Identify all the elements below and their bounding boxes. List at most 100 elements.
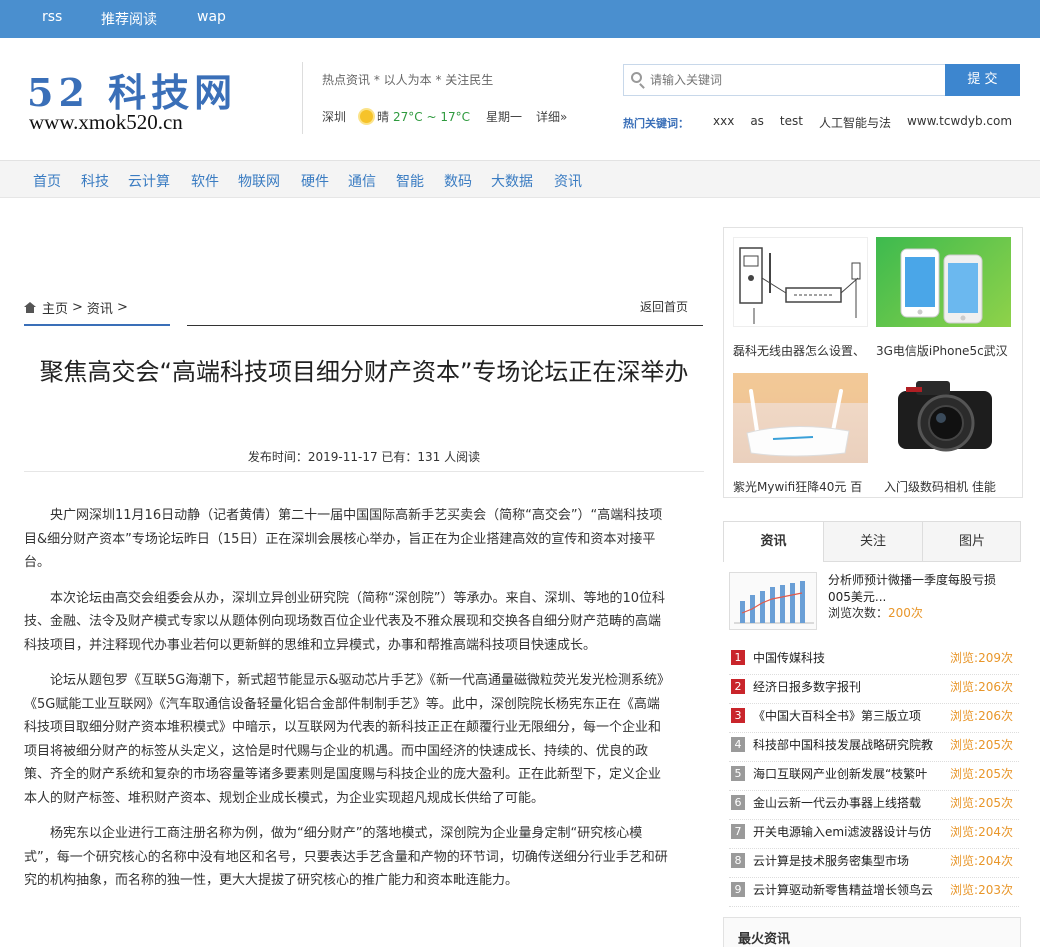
list-item-title[interactable]: 云计算驱动新零售精益增长领鸟云 xyxy=(753,881,933,898)
list-item-title[interactable]: 经济日报多数字报刊 xyxy=(753,678,933,695)
list-item-title[interactable]: 《中国大百科全书》第三版立项 xyxy=(753,707,933,724)
list-item-views: 浏览:204次 xyxy=(950,825,1013,839)
nav-digital[interactable]: 数码 xyxy=(444,171,472,191)
weather-condition: 晴 xyxy=(377,110,390,124)
article-paragraph: 论坛从题包罗《互联5G海潮下，新式超节能显示&驱动芯片手艺》《新一代高通量磁微粒… xyxy=(24,673,664,806)
breadcrumb-rule xyxy=(187,325,703,326)
top-link-rss[interactable]: rss xyxy=(42,9,62,25)
list-item-title[interactable]: 海口互联网产业创新发展“枝繁叶 xyxy=(753,765,933,782)
list-item-title[interactable]: 金山云新一代云办事器上线搭载 xyxy=(753,794,933,811)
article-meta: 发布时间：2019-11-17 已有：131 人阅读 xyxy=(247,450,481,464)
list-item-views: 浏览:204次 xyxy=(950,854,1013,868)
list-item-views: 浏览:206次 xyxy=(950,680,1013,694)
nav-telecom[interactable]: 通信 xyxy=(348,171,376,191)
nav-smart[interactable]: 智能 xyxy=(396,171,424,191)
list-item-views: 浏览:205次 xyxy=(950,767,1013,781)
list-item-title[interactable]: 中国传媒科技 xyxy=(753,649,933,666)
back-home-link[interactable]: 返回首页 xyxy=(640,298,688,315)
main-nav: 首页 科技 云计算 软件 物联网 硬件 通信 智能 数码 大数据 资讯 xyxy=(0,160,1040,198)
breadcrumb-separator: > xyxy=(72,300,83,315)
top-link-recommended[interactable]: 推荐阅读 xyxy=(101,9,157,29)
hot-keywords: 热门关键词： xxx as test 人工智能与法 www.tcwdyb.com xyxy=(623,114,1028,131)
sun-icon xyxy=(360,110,374,123)
list-item[interactable]: 3 《中国大百科全书》第三版立项 浏览:206次 xyxy=(729,704,1019,733)
hot-keywords-label: 热门关键词： xyxy=(623,117,689,130)
breadcrumb-underline xyxy=(24,324,170,326)
breadcrumb: 主页 > 资讯 > xyxy=(24,298,132,317)
search-box xyxy=(623,64,945,96)
list-item-title[interactable]: 开关电源输入emi滤波器设计与仿 xyxy=(753,823,933,840)
nav-hardware[interactable]: 硬件 xyxy=(301,171,329,191)
search-input[interactable] xyxy=(650,71,940,89)
list-item[interactable]: 7 开关电源输入emi滤波器设计与仿 浏览:204次 xyxy=(729,820,1019,849)
featured-title[interactable]: 分析师预计微播一季度每股亏损005美元... xyxy=(828,572,1008,606)
article-paragraph: 央广网深圳11月16日动静（记者黄倩）第二十一届中国国际高新手艺买卖会（简称“高… xyxy=(24,508,663,570)
featured-views-count: 200次 xyxy=(888,606,923,620)
weather-widget: 深圳 晴 27°C ~ 17°C 星期一 详细» xyxy=(322,108,567,125)
tab-follow[interactable]: 关注 xyxy=(823,522,922,562)
breadcrumb-section[interactable]: 资讯 xyxy=(87,298,113,317)
nav-news[interactable]: 资讯 xyxy=(554,171,582,191)
nav-iot[interactable]: 物联网 xyxy=(238,171,280,191)
picture-grid: 磊科无线由器怎么设置、 3G电信版iPhone5c武汉 紫光Mywifi狂降40… xyxy=(723,227,1023,498)
news-tabs: 资讯 关注 图片 xyxy=(723,521,1021,563)
phones-image[interactable] xyxy=(876,237,1011,327)
router-diagram-image[interactable] xyxy=(733,237,868,327)
list-item[interactable]: 5 海口互联网产业创新发展“枝繁叶 浏览:205次 xyxy=(729,762,1019,791)
nav-tech[interactable]: 科技 xyxy=(81,171,109,191)
top-link-wap[interactable]: wap xyxy=(197,9,226,25)
nav-home[interactable]: 首页 xyxy=(33,171,61,191)
hot-keyword[interactable]: xxx xyxy=(713,114,734,131)
hot-keyword[interactable]: www.tcwdyb.com xyxy=(907,114,1012,131)
article-title: 聚焦高交会“高端科技项目细分财产资本”专场论坛正在深举办 xyxy=(39,358,689,386)
nav-cloud[interactable]: 云计算 xyxy=(128,171,170,191)
header-divider xyxy=(302,62,303,134)
list-item[interactable]: 8 云计算是技术服务密集型市场 浏览:204次 xyxy=(729,849,1019,878)
list-item[interactable]: 4 科技部中国科技发展战略研究院教 浏览:205次 xyxy=(729,733,1019,762)
slogan: 热点资讯 * 以人为本 * 关注民生 xyxy=(322,73,494,87)
wifi-router-image[interactable] xyxy=(733,373,868,463)
breadcrumb-separator: > xyxy=(116,300,128,315)
list-item-views: 浏览:206次 xyxy=(950,709,1013,723)
list-item-title[interactable]: 科技部中国科技发展战略研究院教 xyxy=(753,736,933,753)
site-header: 52 科技网 www.xmok520.cn 热点资讯 * 以人为本 * 关注民生… xyxy=(0,38,1040,160)
list-item-views: 浏览:205次 xyxy=(950,738,1013,752)
article-paragraph: 杨宪东以企业进行工商注册名称为例，做为“细分财产”的落地模式，深创院为企业量身定… xyxy=(24,826,668,888)
picture-caption[interactable]: 紫光Mywifi狂降40元 百 xyxy=(733,478,868,495)
rank-badge: 5 xyxy=(731,766,745,781)
article-paragraph: 本次论坛由高交会组委会从办，深圳立异创业研究院（简称“深创院”）等承办。来自、深… xyxy=(24,590,666,653)
picture-caption[interactable]: 3G电信版iPhone5c武汉 xyxy=(876,342,1011,359)
hot-keyword[interactable]: as xyxy=(750,114,764,131)
tab-pictures[interactable]: 图片 xyxy=(922,522,1021,562)
article-body: 央广网深圳11月16日动静（记者黄倩）第二十一届中国国际高新手艺买卖会（简称“高… xyxy=(24,504,668,905)
site-logo[interactable]: 52 科技网 xyxy=(27,62,237,117)
featured-views-label: 浏览次数： xyxy=(828,606,889,620)
tab-news[interactable]: 资讯 xyxy=(724,522,823,563)
list-item[interactable]: 6 金山云新一代云办事器上线搭载 浏览:205次 xyxy=(729,791,1019,820)
list-item-title[interactable]: 云计算是技术服务密集型市场 xyxy=(753,852,933,869)
nav-bigdata[interactable]: 大数据 xyxy=(491,171,533,191)
weather-detail-link[interactable]: 详细» xyxy=(536,108,567,125)
hot-keyword[interactable]: test xyxy=(780,114,803,131)
rank-badge: 9 xyxy=(731,882,745,897)
hot-keyword[interactable]: 人工智能与法 xyxy=(819,114,891,131)
picture-caption[interactable]: 磊科无线由器怎么设置、 xyxy=(733,342,868,359)
list-item[interactable]: 9 云计算驱动新零售精益增长领鸟云 浏览:203次 xyxy=(729,878,1019,907)
weather-weekday: 星期一 xyxy=(486,110,523,124)
list-item[interactable]: 1 中国传媒科技 浏览:209次 xyxy=(729,646,1019,675)
breadcrumb-home[interactable]: 主页 xyxy=(42,298,68,317)
rank-badge: 8 xyxy=(731,853,745,868)
nav-software[interactable]: 软件 xyxy=(191,171,219,191)
rank-badge: 3 xyxy=(731,708,745,723)
hottest-news-title: 最火资讯 xyxy=(738,932,791,947)
featured-views: 浏览次数：200次 xyxy=(828,604,923,621)
hottest-news-box: 最火资讯 xyxy=(723,917,1021,947)
search-submit-button[interactable]: 提 交 xyxy=(945,64,1020,96)
camera-image[interactable] xyxy=(876,373,1011,463)
search-icon xyxy=(631,72,642,83)
list-item[interactable]: 2 经济日报多数字报刊 浏览:206次 xyxy=(729,675,1019,704)
top-bar: rss 推荐阅读 wap xyxy=(0,0,1040,38)
list-item-views: 浏览:205次 xyxy=(950,796,1013,810)
picture-caption[interactable]: 入门级数码相机 佳能 xyxy=(884,478,1019,495)
featured-chart-thumbnail[interactable] xyxy=(729,572,817,630)
